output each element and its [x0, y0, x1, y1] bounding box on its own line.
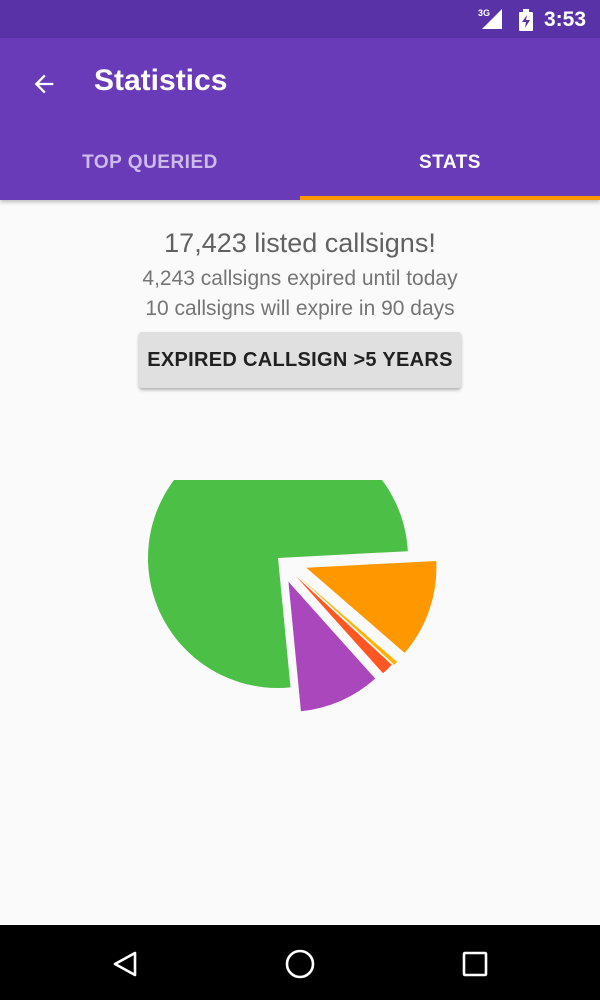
expired-count-text: 4,243 callsigns expired until today: [142, 267, 458, 290]
tab-stats[interactable]: STATS: [300, 126, 600, 200]
home-circle-icon[interactable]: [275, 939, 325, 989]
cell-signal-icon: 3G: [478, 8, 504, 35]
back-triangle-icon[interactable]: [100, 939, 150, 989]
pie-chart: [0, 428, 600, 900]
battery-icon: [518, 9, 534, 36]
app-bar: Statistics TOP QUERIED STATS: [0, 38, 600, 200]
tab-label: TOP QUERIED: [82, 152, 218, 173]
stats-content: 17,423 listed callsigns! 4,243 callsigns…: [0, 200, 600, 925]
pie-chart-svg: [148, 428, 437, 712]
page-title: Statistics: [94, 64, 228, 97]
system-nav-bar: [0, 925, 600, 1000]
svg-text:3G: 3G: [478, 8, 490, 18]
expiring-count-text: 10 callsigns will expire in 90 days: [145, 297, 455, 320]
tab-bar: TOP QUERIED STATS: [0, 126, 600, 200]
listed-callsigns-headline: 17,423 listed callsigns!: [164, 228, 436, 258]
back-arrow-icon[interactable]: [22, 62, 66, 106]
recents-square-icon[interactable]: [450, 939, 500, 989]
expired-callsign-button[interactable]: EXPIRED CALLSIGN >5 YEARS: [139, 332, 461, 388]
status-bar: 3G 3:53: [0, 0, 600, 38]
tab-label: STATS: [419, 152, 481, 173]
clock-time: 3:53: [543, 8, 586, 31]
tab-top-queried[interactable]: TOP QUERIED: [0, 126, 300, 200]
